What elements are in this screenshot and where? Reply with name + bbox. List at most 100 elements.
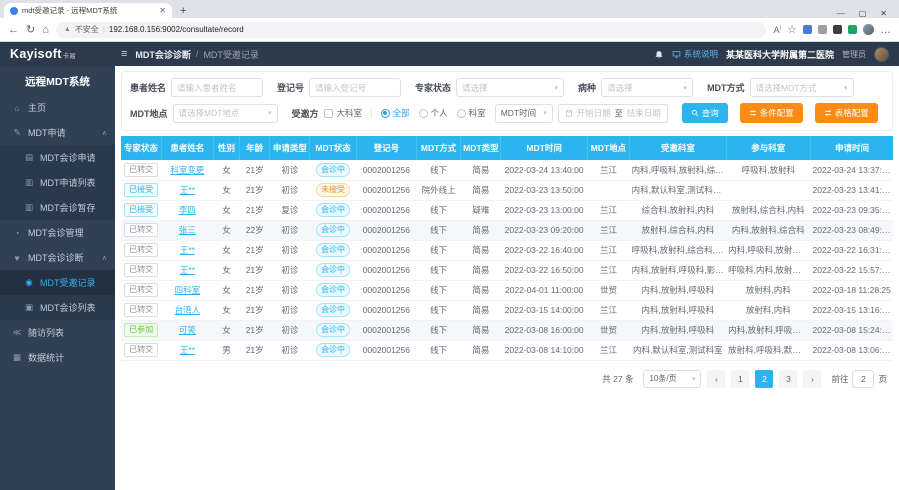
patient-name-link[interactable]: 四科室 <box>175 285 201 295</box>
search-button[interactable]: 查询 <box>682 103 728 123</box>
table-row[interactable]: 已转交王**女21岁初诊会诊中0002001256线下简易2022-03-22 … <box>121 240 893 260</box>
table-config-button[interactable]: 表格配置 <box>815 103 878 123</box>
next-page-button[interactable]: › <box>803 370 821 388</box>
table-row[interactable]: 已接受李四女21岁复诊会诊中0002001256线下疑难2022-03-23 1… <box>121 200 893 220</box>
window-close-button[interactable]: ✕ <box>880 9 887 18</box>
condition-config-button[interactable]: 条件配置 <box>740 103 803 123</box>
page-size-select[interactable]: 10条/页 ▾ <box>643 370 701 388</box>
patient-name-link[interactable]: 李四 <box>179 205 196 215</box>
reg-no-cell: 0002001256 <box>356 320 416 340</box>
table-row[interactable]: 已转交张三女22岁初诊会诊中0002001256线下简易2022-03-23 0… <box>121 220 893 240</box>
table-row[interactable]: 已转交王**男21岁初诊会诊中0002001256线下简易2022-03-08 … <box>121 340 893 360</box>
read-aloud-icon[interactable]: A) <box>773 25 781 35</box>
address-bar[interactable]: ▲ 不安全 | 192.168.0.156:9002/consultate/re… <box>56 22 767 38</box>
extension-icon[interactable] <box>833 25 842 34</box>
big-dept-checkbox[interactable] <box>324 109 333 118</box>
browser-home-icon[interactable]: ⌂ <box>42 24 49 36</box>
browser-menu-icon[interactable]: … <box>880 24 891 36</box>
invitee-radio-personal[interactable]: 个人 <box>419 107 448 119</box>
patient-name-link[interactable]: 张三 <box>179 225 196 235</box>
sidebar-collapse-icon[interactable]: ≡ <box>121 48 127 60</box>
sidebar-item-mdt-consult-diagnose[interactable]: ♥MDT会诊诊断∧ <box>0 245 115 270</box>
sidebar-item-home[interactable]: ⌂主页 <box>0 95 115 120</box>
age-cell: 21岁 <box>240 200 270 220</box>
sidebar-item-mdt-consult-draft[interactable]: ▥MDT会诊暂存 <box>0 195 115 220</box>
table-row[interactable]: 已参加可笑女21岁初诊会诊中0002001256线下简易2022-03-08 1… <box>121 320 893 340</box>
expert-status-tag: 已转交 <box>124 283 158 297</box>
gender-cell: 女 <box>213 320 239 340</box>
patient-name-link[interactable]: 王** <box>180 245 195 255</box>
invitee-radio-all[interactable]: 全部 <box>381 107 410 119</box>
tab-close-icon[interactable]: ✕ <box>159 6 166 15</box>
gender-cell: 女 <box>213 260 239 280</box>
sidebar-item-follow-list[interactable]: ≪随访列表 <box>0 320 115 345</box>
browser-tab[interactable]: mdt受邀记录 - 远程MDT系统 ✕ <box>4 3 172 18</box>
time-field-select[interactable]: MDT时间 ▾ <box>495 104 553 123</box>
mdt-mode-select[interactable]: 请选择MDT方式 ▾ <box>750 78 854 97</box>
browser-profile-avatar[interactable] <box>863 24 874 35</box>
reg-no-input[interactable] <box>309 78 401 97</box>
participant-depts-cell: 呼吸科,放射科 <box>726 160 810 180</box>
table-row[interactable]: 已接受王**女21岁初诊未接受0002001256院外线上简易2022-03-2… <box>121 180 893 200</box>
notification-bell-icon[interactable] <box>654 49 664 59</box>
disease-select[interactable]: 请选择 ▾ <box>601 78 693 97</box>
patient-name-link[interactable]: 可笑 <box>179 325 196 335</box>
back-icon[interactable]: ← <box>8 24 19 36</box>
sidebar-item-mdt-invite-record[interactable]: ◉MDT受邀记录 <box>0 270 115 295</box>
patient-name-link[interactable]: 台湾人 <box>175 305 201 315</box>
sidebar-item-mdt-consult-manage[interactable]: ◔MDT会诊管理 <box>0 220 115 245</box>
user-avatar[interactable] <box>874 47 889 62</box>
invitee-radio-dept[interactable]: 科室 <box>457 107 486 119</box>
page-button-2[interactable]: 2 <box>755 370 773 388</box>
filter-panel: 患者姓名 登记号 专家状态 请选择 ▾ 病种 请选择 ▾ MDT方式 <box>121 71 893 131</box>
extension-icon[interactable] <box>818 25 827 34</box>
patient-name-input[interactable] <box>171 78 263 97</box>
patient-name-link[interactable]: 王** <box>180 265 195 275</box>
prev-page-button[interactable]: ‹ <box>707 370 725 388</box>
sidebar-item-statistics[interactable]: ▦数据统计 <box>0 345 115 370</box>
tab-title: mdt受邀记录 - 远程MDT系统 <box>22 5 155 16</box>
sidebar-item-mdt-consult-list[interactable]: ▣MDT会诊列表 <box>0 295 115 320</box>
reload-icon[interactable]: ↻ <box>26 23 35 36</box>
chart-icon: ▦ <box>12 352 22 363</box>
mdt-place-cell: 兰江 <box>587 220 629 240</box>
date-range-picker[interactable]: 开始日期 至 结束日期 <box>558 104 668 123</box>
mdt-mode-cell: 线下 <box>417 240 461 260</box>
table-row[interactable]: 已转交王**女21岁初诊会诊中0002001256线下简易2022-03-22 … <box>121 260 893 280</box>
participant-depts-cell: 呼吸科,内科,放射科,影像科 <box>726 260 810 280</box>
participant-depts-cell: 内科,呼吸科,放射科,综合科 <box>726 240 810 260</box>
window-maximize-button[interactable]: ▢ <box>859 9 867 18</box>
expert-status-select[interactable]: 请选择 ▾ <box>456 78 564 97</box>
user-icon: ◉ <box>24 277 34 288</box>
system-help-link[interactable]: 系统说明 <box>672 48 718 60</box>
sidebar-item-mdt-apply[interactable]: ✎MDT申请∧ <box>0 120 115 145</box>
patient-name-link[interactable]: 科室变更 <box>170 165 204 175</box>
goto-page-input[interactable] <box>852 370 874 388</box>
patient-name-link[interactable]: 王** <box>180 185 195 195</box>
security-label: 不安全 <box>75 24 99 35</box>
new-tab-button[interactable]: + <box>180 4 186 18</box>
patient-name-link[interactable]: 王** <box>180 345 195 355</box>
invited-depts-cell: 内科,放射科,呼吸科 <box>630 320 727 340</box>
table-row[interactable]: 已转交台湾人女21岁初诊会诊中0002001256线下简易2022-03-15 … <box>121 300 893 320</box>
extension-icon[interactable] <box>803 25 812 34</box>
gender-cell: 男 <box>213 340 239 360</box>
apply-time-cell: 2022-03-22 15:57:03 <box>811 260 893 280</box>
table-row[interactable]: 已转交四科室女21岁初诊会诊中0002001256线下简易2022-04-01 … <box>121 280 893 300</box>
column-header: MDT方式 <box>417 136 461 160</box>
extension-icon[interactable] <box>848 25 857 34</box>
page-button-1[interactable]: 1 <box>731 370 749 388</box>
window-minimize-button[interactable]: — <box>837 9 845 18</box>
invited-depts-cell: 放射科,综合科,内科 <box>630 220 727 240</box>
favorite-star-icon[interactable]: ☆ <box>787 23 797 36</box>
mdt-status-tag: 会诊中 <box>316 263 350 277</box>
mdt-place-select[interactable]: 请选择MDT地点 ▾ <box>173 104 278 123</box>
sidebar-item-mdt-consult-apply[interactable]: ▤MDT会诊申请 <box>0 145 115 170</box>
page-button-3[interactable]: 3 <box>779 370 797 388</box>
mdt-time-cell: 2022-03-23 13:00:00 <box>501 200 587 220</box>
table-row[interactable]: 已转交科室变更女21岁初诊会诊中0002001256线下简易2022-03-24… <box>121 160 893 180</box>
mdt-mode-cell: 院外线上 <box>417 180 461 200</box>
apply-type-cell: 初诊 <box>270 300 310 320</box>
expert-status-tag: 已接受 <box>124 183 158 197</box>
sidebar-item-mdt-apply-list[interactable]: ▥MDT申请列表 <box>0 170 115 195</box>
